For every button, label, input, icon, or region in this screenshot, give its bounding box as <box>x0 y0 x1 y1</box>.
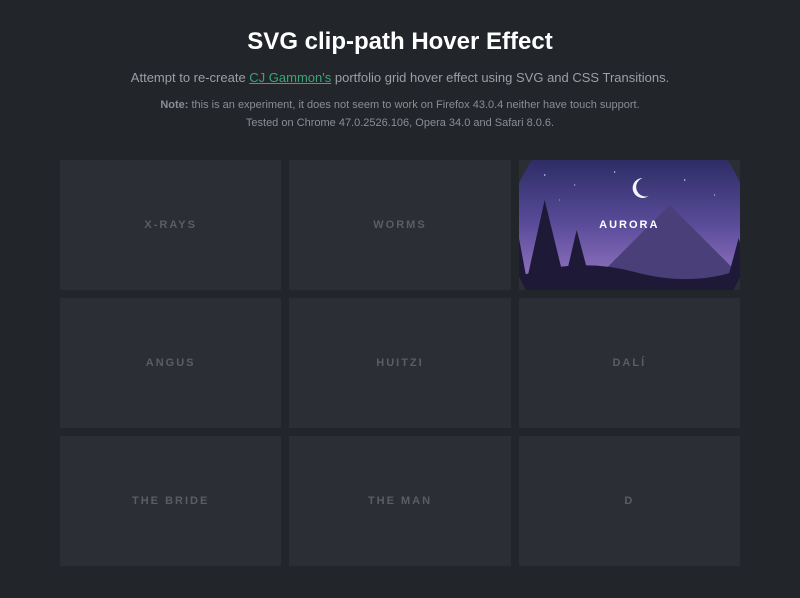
subtitle-text-before: Attempt to re-create <box>131 70 250 85</box>
grid-card-label: THE MAN <box>368 495 432 507</box>
grid-card-xrays[interactable]: X-RAYS <box>60 160 281 290</box>
subtitle-text-after: portfolio grid hover effect using SVG an… <box>331 70 669 85</box>
grid-card-theman[interactable]: THE MAN <box>289 436 510 566</box>
grid-card-huitzi[interactable]: HUITZI <box>289 298 510 428</box>
grid-card-label: DALÍ <box>612 357 646 369</box>
portfolio-grid: X-RAYS WORMS <box>48 160 752 566</box>
grid-card-label: X-RAYS <box>144 219 197 231</box>
grid-card-dali[interactable]: DALÍ <box>519 298 740 428</box>
note-label: Note: <box>160 99 188 111</box>
grid-card-angus[interactable]: ANGUS <box>60 298 281 428</box>
grid-card-label: HUITZI <box>376 357 423 369</box>
grid-card-label: WORMS <box>373 219 426 231</box>
grid-card-label: AURORA <box>599 219 659 231</box>
note-line1: this is an experiment, it does not seem … <box>188 99 639 111</box>
note-text: Note: this is an experiment, it does not… <box>48 97 752 132</box>
grid-card-label: ANGUS <box>146 357 196 369</box>
grid-card-worms[interactable]: WORMS <box>289 160 510 290</box>
grid-card-label: THE BRIDE <box>132 495 209 507</box>
author-link[interactable]: CJ Gammon's <box>249 70 331 85</box>
grid-card-aurora[interactable]: AURORA <box>519 160 740 290</box>
grid-card-thebride[interactable]: THE BRIDE <box>60 436 281 566</box>
note-line2: Tested on Chrome 47.0.2526.106, Opera 34… <box>246 117 554 129</box>
grid-card-label: D <box>624 495 634 507</box>
grid-card-d[interactable]: D <box>519 436 740 566</box>
page-title: SVG clip-path Hover Effect <box>48 28 752 56</box>
subtitle: Attempt to re-create CJ Gammon's portfol… <box>48 70 752 85</box>
